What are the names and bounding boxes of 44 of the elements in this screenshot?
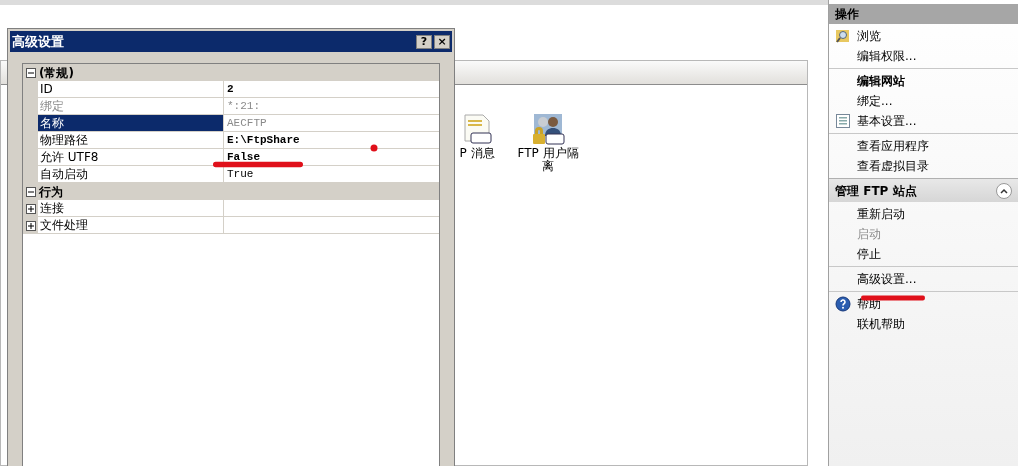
property-name[interactable]: 连接	[38, 200, 224, 217]
property-name[interactable]: 允许 UTF8	[38, 149, 224, 166]
action-link[interactable]: 绑定...	[857, 91, 893, 111]
property-value[interactable]: 2	[224, 81, 439, 98]
property-name[interactable]: ID	[38, 81, 224, 98]
action-link[interactable]: 联机帮助	[857, 314, 905, 334]
property-name[interactable]: 物理路径	[38, 132, 224, 149]
chevron-up-icon	[1000, 187, 1008, 194]
collapse-toggle[interactable]	[26, 67, 36, 78]
close-button[interactable]: ×	[434, 34, 450, 49]
action-link[interactable]: 查看应用程序	[857, 136, 929, 156]
help-button[interactable]: ?	[416, 34, 432, 49]
action-link[interactable]: 查看虚拟目录	[857, 156, 929, 176]
users-lock-icon	[531, 113, 565, 145]
annotation-dot	[370, 144, 378, 152]
section-title: 管理 FTP 站点	[835, 182, 917, 200]
panel-header: 操作	[829, 4, 1018, 24]
expand-toggle[interactable]	[25, 220, 36, 231]
property-value[interactable]: True	[224, 166, 439, 183]
document-icon	[461, 113, 493, 145]
collapse-toggle[interactable]	[26, 186, 36, 197]
help-icon	[835, 296, 851, 312]
form-icon	[835, 113, 851, 129]
section-heading: 编辑网站	[856, 73, 906, 90]
plus-icon	[26, 204, 35, 213]
action-link[interactable]: 停止	[857, 244, 881, 264]
action-link[interactable]: 浏览	[857, 26, 881, 46]
window-title: 高级设置	[12, 32, 64, 51]
plus-icon	[26, 221, 35, 230]
category-label: (常规)	[39, 64, 74, 82]
action-link[interactable]: 重新启动	[857, 204, 905, 224]
property-value[interactable]: False	[224, 149, 439, 166]
property-value[interactable]: E:\FtpShare	[224, 132, 439, 149]
action-link[interactable]: 高级设置...	[857, 269, 917, 289]
expand-toggle[interactable]	[25, 203, 36, 214]
property-name[interactable]: 自动启动	[38, 166, 224, 183]
category-label: 行为	[39, 183, 63, 201]
action-link[interactable]: 基本设置...	[857, 111, 917, 131]
collapse-button[interactable]	[996, 182, 1012, 199]
action-link[interactable]: 编辑权限...	[857, 46, 917, 66]
feature-label[interactable]: P 消息	[459, 147, 495, 160]
magnifier-folder-icon	[835, 28, 851, 44]
feature-label[interactable]: FTP 用户隔离	[516, 147, 580, 173]
property-name[interactable]: 文件处理	[38, 217, 224, 234]
